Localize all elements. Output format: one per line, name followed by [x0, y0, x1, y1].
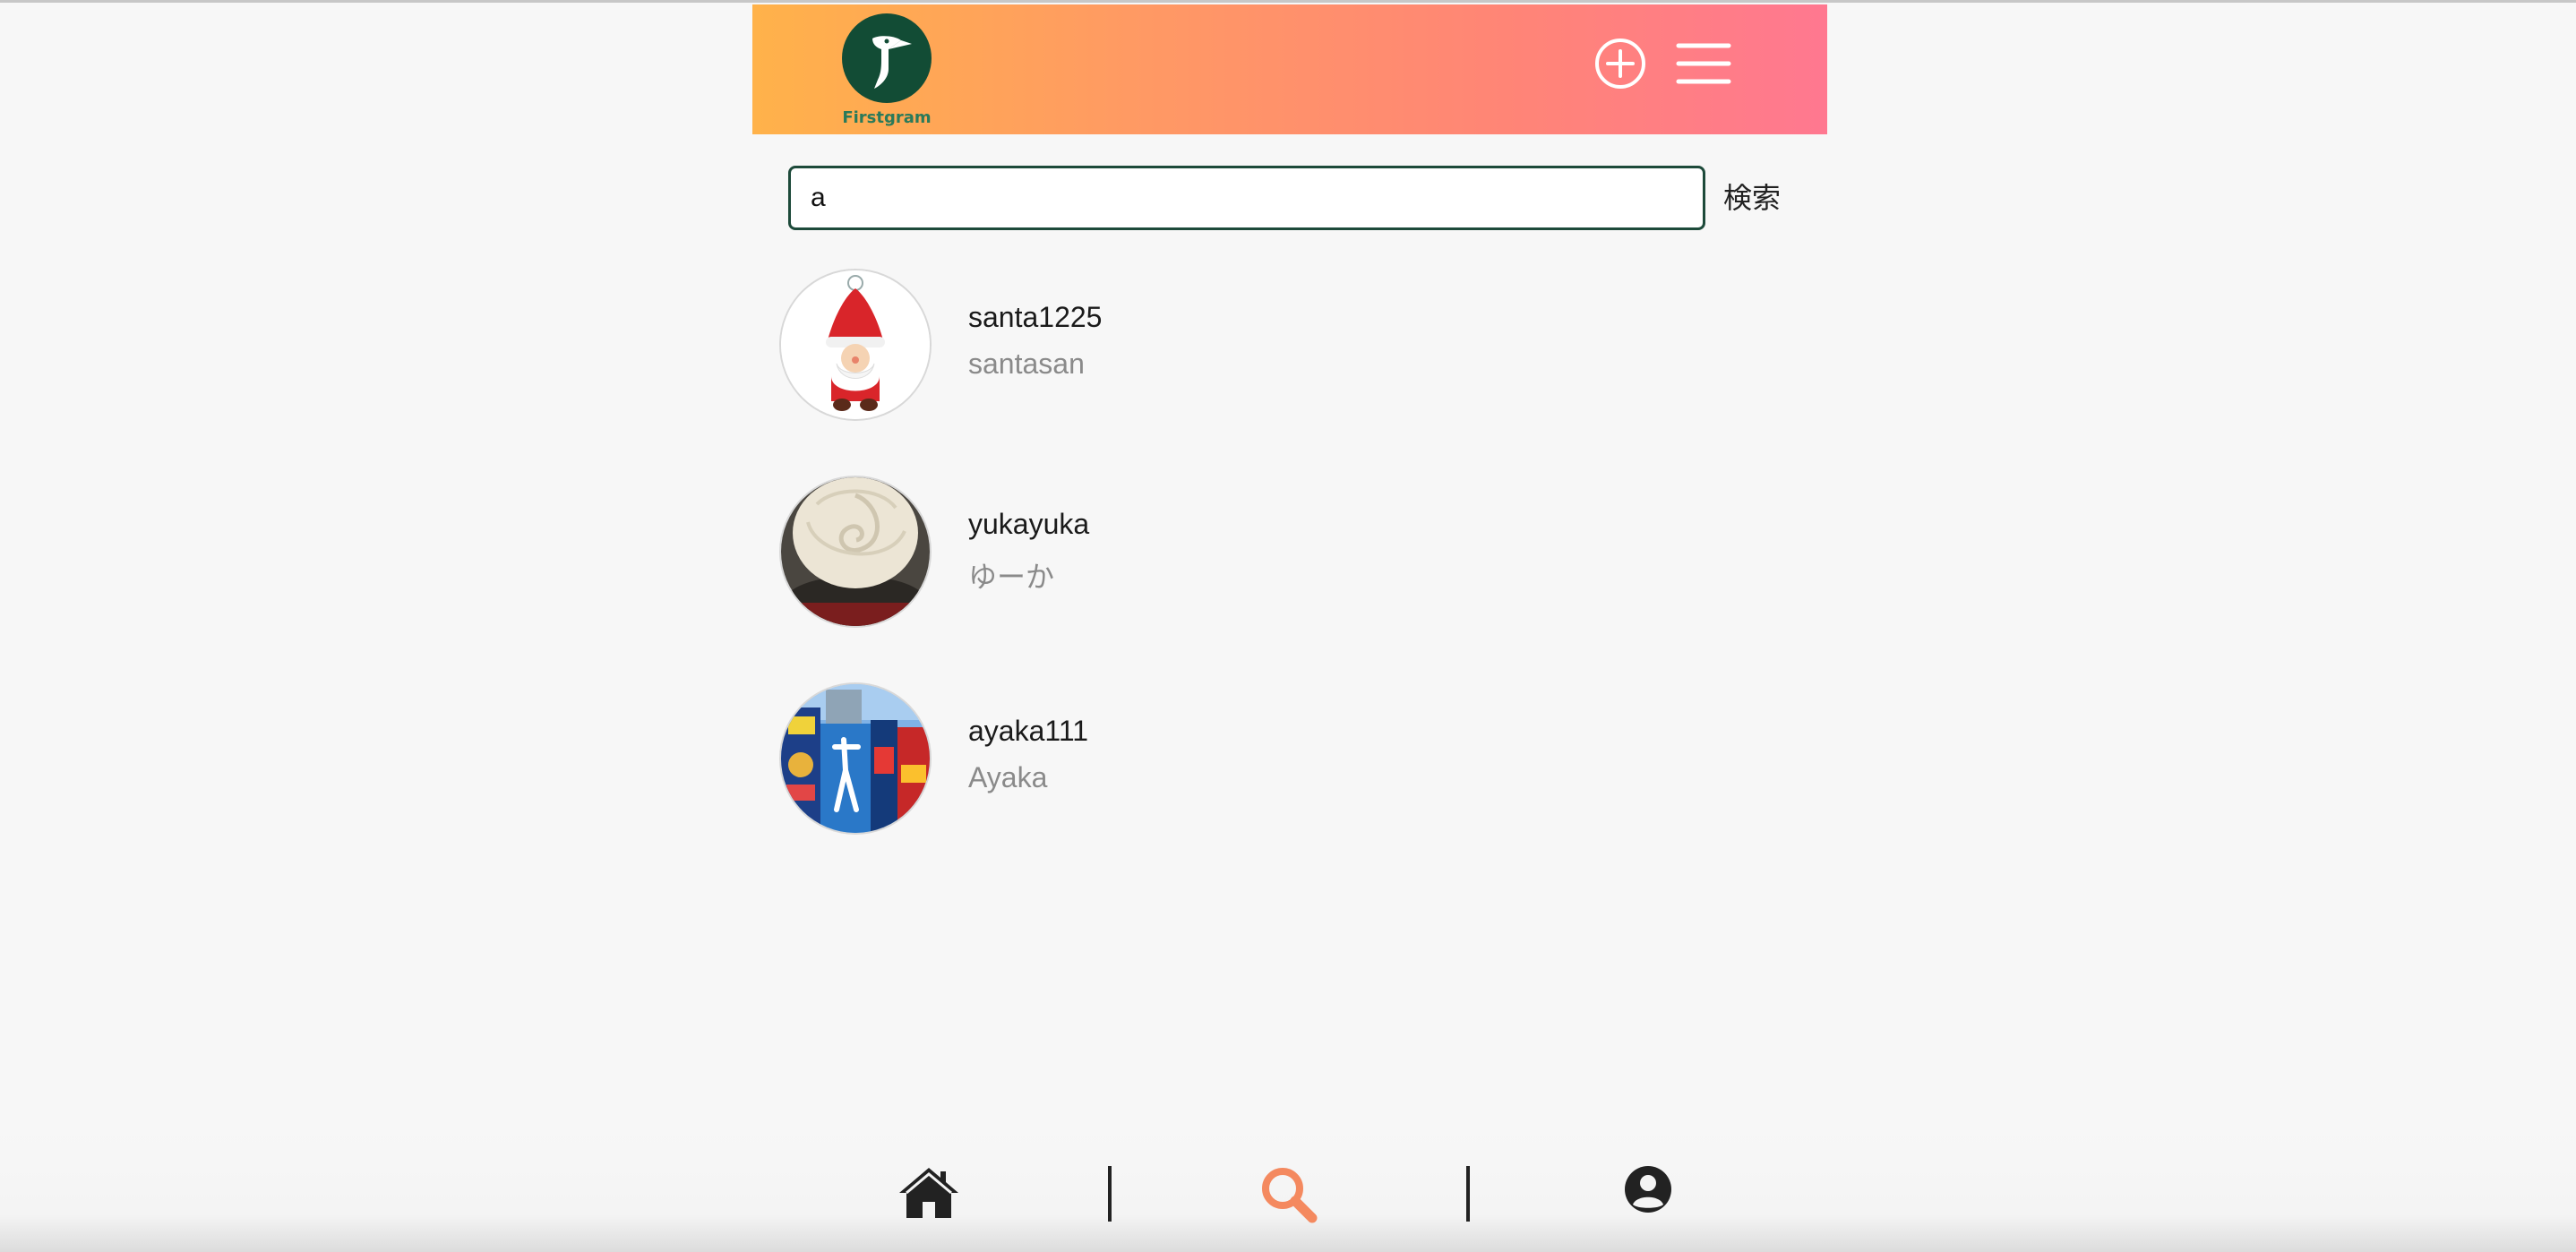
result-username: yukayuka: [968, 508, 1090, 540]
app-header: Firstgram: [752, 4, 1827, 134]
result-username: santa1225: [968, 301, 1103, 333]
nav-search-button[interactable]: [1258, 1164, 1319, 1229]
city-sign-avatar-image: [781, 684, 930, 833]
user-result-item[interactable]: ayaka111 Ayaka: [779, 682, 1765, 835]
hamburger-menu-icon: [1676, 43, 1731, 84]
add-post-button[interactable]: [1592, 35, 1649, 92]
result-display-name: santasan: [968, 347, 1085, 380]
search-icon: [1262, 1168, 1318, 1223]
user-result-item[interactable]: yukayuka ゆーか: [779, 476, 1765, 628]
result-username: ayaka111: [968, 715, 1089, 747]
avatar[interactable]: [779, 682, 932, 835]
avatar[interactable]: [779, 269, 932, 421]
pelican-logo-icon: [842, 13, 932, 103]
nav-home-button[interactable]: [897, 1164, 960, 1225]
search-results-list: santa1225 santasan yukayuka ゆーか ayaka111…: [779, 269, 1765, 889]
nav-divider: [1108, 1166, 1112, 1222]
home-icon: [899, 1168, 958, 1218]
menu-button[interactable]: [1675, 35, 1732, 92]
avatar[interactable]: [779, 476, 932, 628]
user-circle-icon: [1625, 1166, 1671, 1213]
bottom-navigation: [0, 1128, 2576, 1252]
page: Firstgram 検索: [0, 0, 2576, 1252]
search-input[interactable]: [788, 166, 1705, 230]
search-form: 検索: [788, 166, 1791, 234]
logo-text: Firstgram: [842, 108, 932, 127]
user-result-item[interactable]: santa1225 santasan: [779, 269, 1765, 421]
cream-cake-avatar-image: [781, 477, 930, 626]
result-display-name: Ayaka: [968, 761, 1048, 793]
plus-circle-icon: [1595, 39, 1645, 89]
app-logo[interactable]: Firstgram: [842, 13, 932, 132]
nav-profile-button[interactable]: [1623, 1164, 1673, 1218]
result-display-name: ゆーか: [968, 561, 1055, 593]
santa-avatar-image: [781, 270, 930, 419]
nav-divider: [1466, 1166, 1470, 1222]
search-button[interactable]: 検索: [1723, 166, 1781, 230]
browser-top-border: [0, 0, 2576, 3]
